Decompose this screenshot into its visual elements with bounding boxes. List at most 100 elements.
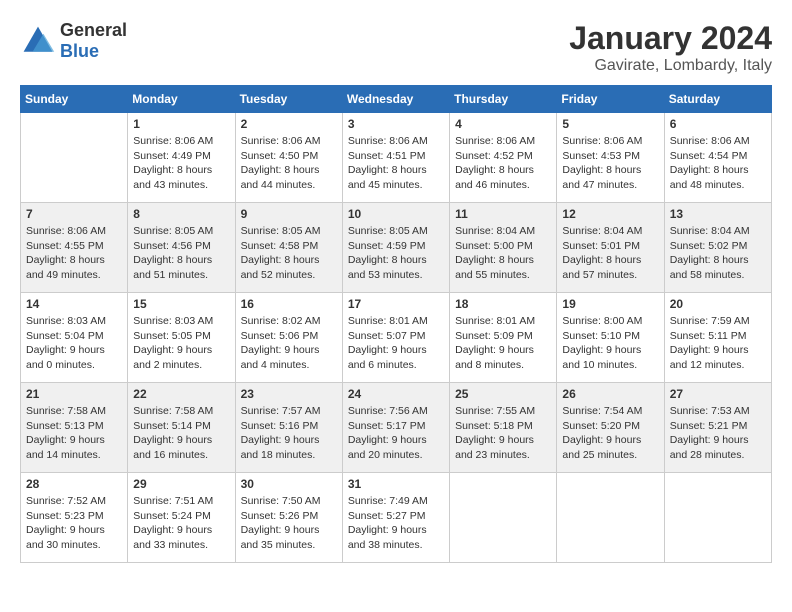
header-cell-tuesday: Tuesday — [235, 86, 342, 113]
day-number: 28 — [26, 477, 122, 491]
day-cell: 5 Sunrise: 8:06 AMSunset: 4:53 PMDaylight… — [557, 113, 664, 203]
day-info: Sunrise: 7:59 AMSunset: 5:11 PMDaylight:… — [670, 314, 766, 373]
day-cell: 21 Sunrise: 7:58 AMSunset: 5:13 PMDayligh… — [21, 383, 128, 473]
day-number: 26 — [562, 387, 658, 401]
day-cell — [21, 113, 128, 203]
day-info: Sunrise: 8:05 AMSunset: 4:58 PMDaylight:… — [241, 224, 337, 283]
day-cell: 1 Sunrise: 8:06 AMSunset: 4:49 PMDaylight… — [128, 113, 235, 203]
day-number: 20 — [670, 297, 766, 311]
day-info: Sunrise: 8:02 AMSunset: 5:06 PMDaylight:… — [241, 314, 337, 373]
day-info: Sunrise: 8:04 AMSunset: 5:02 PMDaylight:… — [670, 224, 766, 283]
day-number: 14 — [26, 297, 122, 311]
day-info: Sunrise: 7:53 AMSunset: 5:21 PMDaylight:… — [670, 404, 766, 463]
day-info: Sunrise: 7:51 AMSunset: 5:24 PMDaylight:… — [133, 494, 229, 553]
logo-icon — [20, 23, 56, 59]
day-info: Sunrise: 7:56 AMSunset: 5:17 PMDaylight:… — [348, 404, 444, 463]
day-cell — [557, 473, 664, 563]
day-cell: 30Sunrise: 7:50 AMSunset: 5:26 PMDayligh… — [235, 473, 342, 563]
header-cell-sunday: Sunday — [21, 86, 128, 113]
day-info: Sunrise: 8:06 AMSunset: 4:51 PMDaylight:… — [348, 134, 444, 193]
day-number: 22 — [133, 387, 229, 401]
day-info: Sunrise: 8:00 AMSunset: 5:10 PMDaylight:… — [562, 314, 658, 373]
location-title: Gavirate, Lombardy, Italy — [569, 57, 772, 75]
day-cell: 2Sunrise: 8:06 AMSunset: 4:50 PMDaylight… — [235, 113, 342, 203]
day-number: 31 — [348, 477, 444, 491]
day-cell: 23 Sunrise: 7:57 AMSunset: 5:16 PMDayligh… — [235, 383, 342, 473]
day-cell: 31Sunrise: 7:49 AMSunset: 5:27 PMDayligh… — [342, 473, 449, 563]
day-cell: 22 Sunrise: 7:58 AMSunset: 5:14 PMDayligh… — [128, 383, 235, 473]
logo: General Blue — [20, 20, 127, 62]
day-info: Sunrise: 8:03 AMSunset: 5:05 PMDaylight:… — [133, 314, 229, 373]
day-cell: 20 Sunrise: 7:59 AMSunset: 5:11 PMDayligh… — [664, 293, 771, 383]
day-cell: 18 Sunrise: 8:01 AMSunset: 5:09 PMDayligh… — [450, 293, 557, 383]
day-cell: 7 Sunrise: 8:06 AMSunset: 4:55 PMDaylight… — [21, 203, 128, 293]
day-number: 19 — [562, 297, 658, 311]
day-cell — [664, 473, 771, 563]
day-cell: 12 Sunrise: 8:04 AMSunset: 5:01 PMDayligh… — [557, 203, 664, 293]
day-cell: 27 Sunrise: 7:53 AMSunset: 5:21 PMDayligh… — [664, 383, 771, 473]
day-cell: 14 Sunrise: 8:03 AMSunset: 5:04 PMDayligh… — [21, 293, 128, 383]
day-cell: 24 Sunrise: 7:56 AMSunset: 5:17 PMDayligh… — [342, 383, 449, 473]
day-info: Sunrise: 8:01 AMSunset: 5:09 PMDaylight:… — [455, 314, 551, 373]
day-number: 24 — [348, 387, 444, 401]
week-row-5: 28 Sunrise: 7:52 AMSunset: 5:23 PMDayligh… — [21, 473, 772, 563]
day-number: 13 — [670, 207, 766, 221]
day-cell: 13 Sunrise: 8:04 AMSunset: 5:02 PMDayligh… — [664, 203, 771, 293]
header-cell-monday: Monday — [128, 86, 235, 113]
calendar-table: SundayMondayTuesdayWednesdayThursdayFrid… — [20, 85, 772, 563]
day-cell: 3 Sunrise: 8:06 AMSunset: 4:51 PMDaylight… — [342, 113, 449, 203]
day-info: Sunrise: 7:52 AMSunset: 5:23 PMDaylight:… — [26, 494, 122, 553]
day-number: 11 — [455, 207, 551, 221]
day-number: 7 — [26, 207, 122, 221]
day-number: 5 — [562, 117, 658, 131]
day-info: Sunrise: 7:58 AMSunset: 5:14 PMDaylight:… — [133, 404, 229, 463]
day-info: Sunrise: 8:05 AMSunset: 4:56 PMDaylight:… — [133, 224, 229, 283]
day-number: 25 — [455, 387, 551, 401]
day-cell: 9Sunrise: 8:05 AMSunset: 4:58 PMDaylight… — [235, 203, 342, 293]
day-info: Sunrise: 8:01 AMSunset: 5:07 PMDaylight:… — [348, 314, 444, 373]
day-number: 6 — [670, 117, 766, 131]
day-info: Sunrise: 8:04 AMSunset: 5:00 PMDaylight:… — [455, 224, 551, 283]
day-number: 12 — [562, 207, 658, 221]
day-cell: 29Sunrise: 7:51 AMSunset: 5:24 PMDayligh… — [128, 473, 235, 563]
week-row-3: 14 Sunrise: 8:03 AMSunset: 5:04 PMDayligh… — [21, 293, 772, 383]
day-number: 23 — [241, 387, 337, 401]
header-cell-wednesday: Wednesday — [342, 86, 449, 113]
day-info: Sunrise: 8:06 AMSunset: 4:52 PMDaylight:… — [455, 134, 551, 193]
week-row-4: 21 Sunrise: 7:58 AMSunset: 5:13 PMDayligh… — [21, 383, 772, 473]
title-area: January 2024 Gavirate, Lombardy, Italy — [569, 20, 772, 75]
day-cell: 26 Sunrise: 7:54 AMSunset: 5:20 PMDayligh… — [557, 383, 664, 473]
day-number: 3 — [348, 117, 444, 131]
day-info: Sunrise: 7:58 AMSunset: 5:13 PMDaylight:… — [26, 404, 122, 463]
logo-blue: Blue — [60, 41, 127, 62]
day-number: 2 — [241, 117, 337, 131]
day-cell: 28 Sunrise: 7:52 AMSunset: 5:23 PMDayligh… — [21, 473, 128, 563]
header-cell-thursday: Thursday — [450, 86, 557, 113]
day-info: Sunrise: 8:06 AMSunset: 4:53 PMDaylight:… — [562, 134, 658, 193]
day-info: Sunrise: 7:57 AMSunset: 5:16 PMDaylight:… — [241, 404, 337, 463]
day-info: Sunrise: 8:06 AMSunset: 4:49 PMDaylight:… — [133, 134, 229, 193]
day-info: Sunrise: 7:54 AMSunset: 5:20 PMDaylight:… — [562, 404, 658, 463]
day-info: Sunrise: 7:50 AMSunset: 5:26 PMDaylight:… — [241, 494, 337, 553]
day-number: 15 — [133, 297, 229, 311]
logo-general: General — [60, 20, 127, 41]
logo-text: General Blue — [60, 20, 127, 62]
day-number: 18 — [455, 297, 551, 311]
day-cell: 6 Sunrise: 8:06 AMSunset: 4:54 PMDaylight… — [664, 113, 771, 203]
day-cell: 10Sunrise: 8:05 AMSunset: 4:59 PMDayligh… — [342, 203, 449, 293]
day-info: Sunrise: 8:06 AMSunset: 4:55 PMDaylight:… — [26, 224, 122, 283]
day-number: 21 — [26, 387, 122, 401]
header-row: SundayMondayTuesdayWednesdayThursdayFrid… — [21, 86, 772, 113]
header: General Blue January 2024 Gavirate, Lomb… — [20, 20, 772, 75]
day-cell: 11 Sunrise: 8:04 AMSunset: 5:00 PMDayligh… — [450, 203, 557, 293]
day-number: 4 — [455, 117, 551, 131]
day-info: Sunrise: 8:03 AMSunset: 5:04 PMDaylight:… — [26, 314, 122, 373]
day-number: 27 — [670, 387, 766, 401]
day-number: 8 — [133, 207, 229, 221]
day-cell — [450, 473, 557, 563]
day-info: Sunrise: 8:04 AMSunset: 5:01 PMDaylight:… — [562, 224, 658, 283]
day-number: 1 — [133, 117, 229, 131]
day-info: Sunrise: 8:06 AMSunset: 4:54 PMDaylight:… — [670, 134, 766, 193]
day-info: Sunrise: 7:55 AMSunset: 5:18 PMDaylight:… — [455, 404, 551, 463]
day-number: 17 — [348, 297, 444, 311]
